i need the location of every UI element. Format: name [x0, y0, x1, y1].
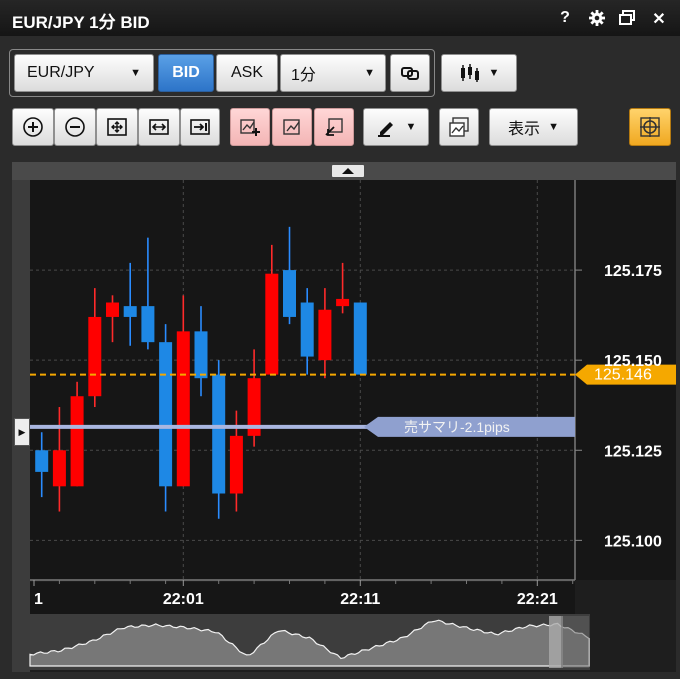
candle-body [88, 316, 102, 397]
crosshair-icon [640, 117, 660, 137]
scroll-latest-button[interactable] [180, 108, 220, 146]
compare-chart-icon [449, 117, 469, 137]
compare-chart-button[interactable] [439, 108, 479, 146]
candle-body [106, 302, 119, 317]
expand-horizontal-button[interactable] [138, 108, 180, 146]
zoom-in-icon [23, 117, 43, 137]
display-label: 表示 [508, 121, 541, 138]
remove-indicator-button[interactable] [314, 108, 354, 146]
x-tick-label: 22:01 [163, 591, 204, 608]
chevron-down-icon: ▼ [130, 67, 141, 79]
candle-body [35, 450, 49, 472]
add-indicator-button[interactable] [230, 108, 270, 146]
candle-body [300, 302, 314, 357]
scroll-latest-icon [190, 119, 210, 135]
x-tick-label: 1 [34, 591, 43, 608]
navigator-window[interactable] [561, 616, 589, 668]
window-title: EUR/JPY 1分 BID [12, 13, 150, 32]
edit-indicator-button[interactable] [272, 108, 312, 146]
expand-horizontal-icon [149, 119, 169, 135]
chevron-down-icon: ▼ [548, 121, 559, 133]
close-icon[interactable]: ✕ [650, 9, 668, 29]
ask-toggle[interactable]: ASK [216, 54, 278, 92]
chevron-down-icon: ▼ [364, 67, 375, 79]
help-icon[interactable]: ? [556, 9, 574, 27]
y-tick-label: 125.150 [604, 353, 662, 370]
candle-body [265, 273, 279, 375]
candle-body [336, 298, 350, 307]
candle-body [70, 396, 84, 487]
y-tick-label: 125.175 [604, 263, 662, 280]
summary-label: 売サマリ-2.1pips [404, 419, 510, 435]
x-tick-label: 22:21 [517, 591, 558, 608]
bid-toggle[interactable]: BID [158, 54, 214, 92]
chevron-down-icon: ▼ [405, 121, 417, 133]
chart-check-icon [283, 119, 300, 135]
candle-body [159, 342, 173, 487]
candle-body [212, 374, 226, 494]
candle-body [229, 435, 243, 494]
y-tick-label: 125.125 [604, 443, 662, 460]
plot-area [30, 180, 575, 580]
candle-body [318, 309, 332, 361]
candle-body [283, 270, 296, 317]
candle-body [176, 331, 190, 487]
link-icon [401, 67, 419, 80]
drawing-tool-select[interactable]: ▼ [363, 108, 429, 146]
timeframe-label: 1分 [291, 67, 316, 84]
zoom-in-button[interactable] [12, 108, 54, 146]
link-button[interactable] [390, 54, 430, 92]
display-menu[interactable]: 表示 ▼ [489, 108, 578, 146]
chevron-down-icon: ▼ [488, 67, 500, 79]
fit-screen-icon [107, 118, 127, 136]
expand-left-button[interactable]: ▶ [14, 418, 30, 446]
timeframe-select[interactable]: 1分 ▼ [280, 54, 386, 92]
y-tick-label: 125.100 [604, 533, 662, 550]
candle-body [353, 302, 367, 375]
candle-body [141, 306, 155, 343]
zoom-out-icon [65, 117, 85, 137]
candle-body [52, 450, 66, 487]
symbol-label: EUR/JPY [27, 64, 95, 81]
window-titlebar: EUR/JPY 1分 BID ? ✕ [0, 0, 680, 36]
restore-window-icon[interactable] [618, 9, 636, 32]
pencil-icon [377, 122, 393, 137]
x-tick-label: 22:11 [340, 591, 380, 608]
candle-body [194, 331, 208, 379]
navigator-handle[interactable] [549, 616, 563, 668]
zoom-out-button[interactable] [54, 108, 96, 146]
candle-body [123, 306, 137, 317]
chart-area[interactable]: 売サマリ-2.1pips 125.146 125.100 125.125 125.15… [12, 162, 676, 672]
chart-arrow-icon [325, 118, 343, 136]
candlestick-chart[interactable]: 売サマリ-2.1pips125.146 125.100125.125125.15… [12, 162, 676, 672]
gear-icon[interactable] [588, 9, 606, 32]
fit-button[interactable] [96, 108, 138, 146]
chart-type-select[interactable]: ▼ [441, 54, 517, 92]
symbol-select[interactable]: EUR/JPY ▼ [14, 54, 154, 92]
candlestick-icon [460, 64, 479, 82]
crosshair-toggle[interactable] [629, 108, 671, 146]
chart-add-icon [240, 119, 260, 136]
